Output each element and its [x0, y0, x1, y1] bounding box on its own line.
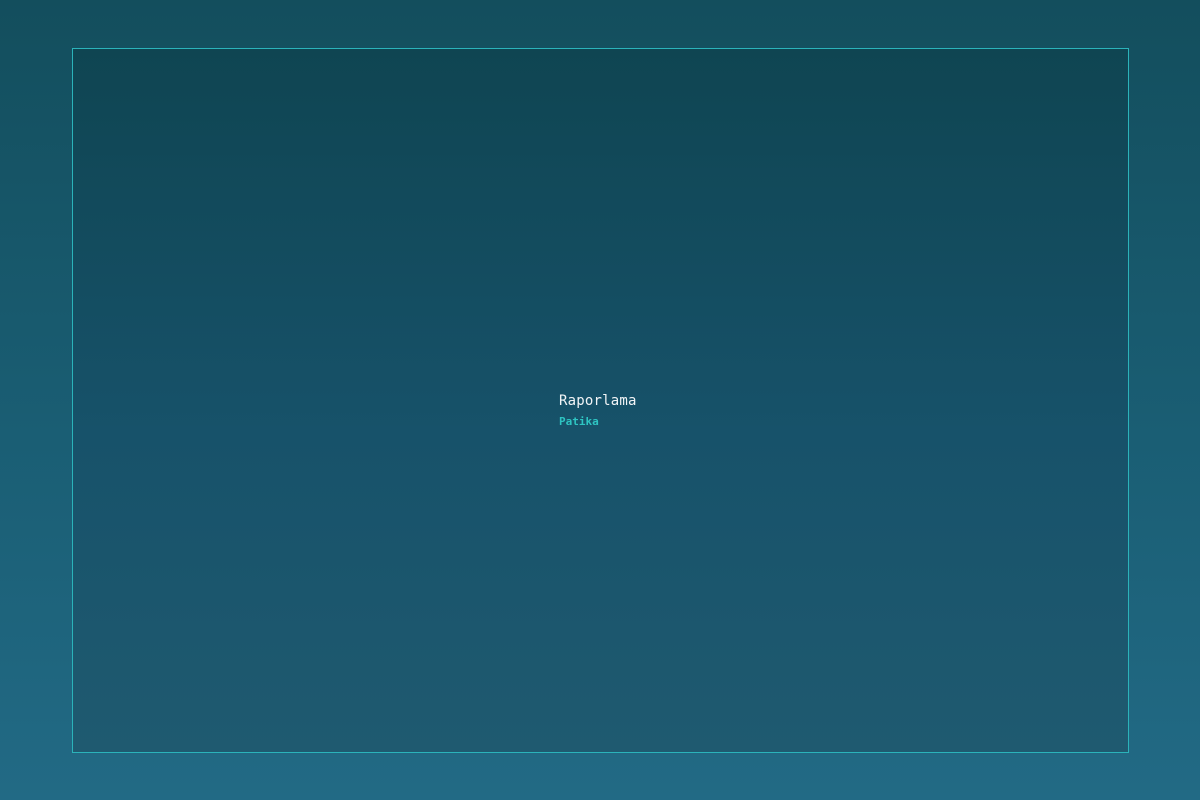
- label-group: Raporlama Patika: [559, 393, 637, 428]
- panel-title: Raporlama: [559, 393, 637, 409]
- panel-subtitle: Patika: [559, 415, 599, 428]
- content-frame: Raporlama Patika: [72, 48, 1129, 753]
